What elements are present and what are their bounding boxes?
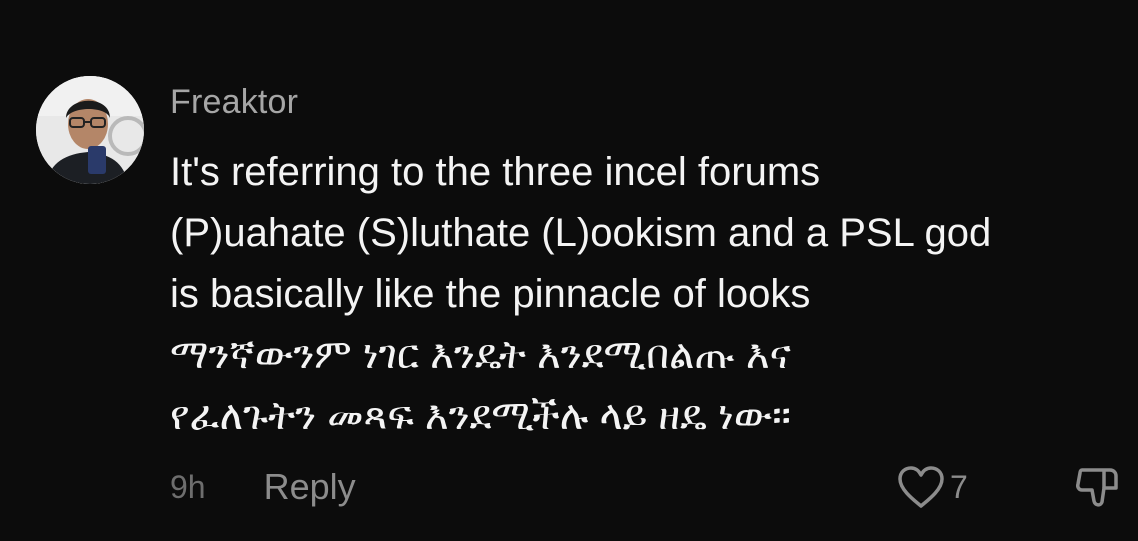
username[interactable]: Freaktor bbox=[170, 78, 1136, 126]
comment-meta: 9h Reply bbox=[170, 462, 356, 512]
reply-button[interactable]: Reply bbox=[264, 466, 356, 508]
avatar-image bbox=[36, 76, 144, 184]
dislike-button[interactable] bbox=[1074, 464, 1124, 510]
avatar[interactable] bbox=[36, 76, 144, 184]
heart-icon bbox=[898, 466, 944, 508]
like-count: 7 bbox=[950, 468, 968, 505]
thumbs-down-icon bbox=[1076, 468, 1118, 507]
timestamp: 9h bbox=[170, 468, 206, 505]
comment: Freaktor It's referring to the three inc… bbox=[0, 0, 1138, 541]
like-button[interactable]: 7 bbox=[896, 462, 968, 512]
comment-content: Freaktor It's referring to the three inc… bbox=[170, 78, 1136, 447]
comment-text: It's referring to the three incel forums… bbox=[170, 150, 992, 438]
